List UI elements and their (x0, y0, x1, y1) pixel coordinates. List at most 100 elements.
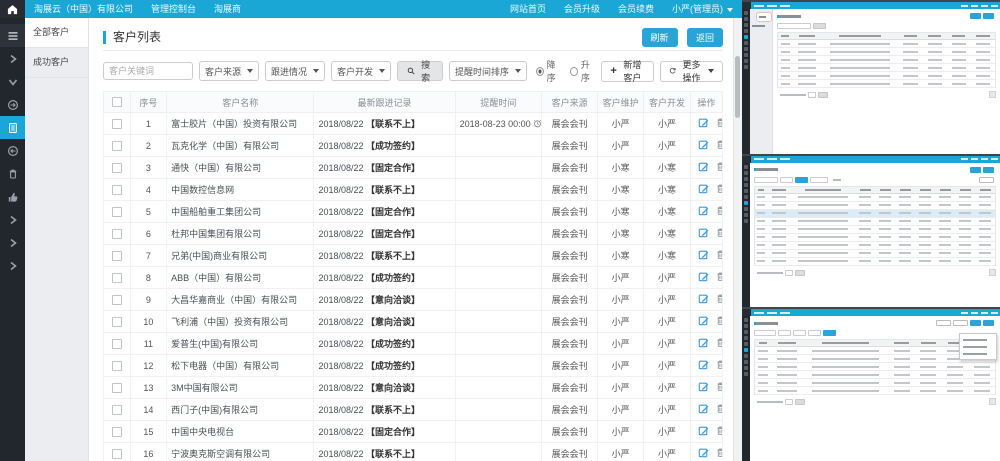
nav-member-renew[interactable]: 会员续费 (609, 0, 663, 18)
refresh-button[interactable]: 刷新 (642, 28, 678, 47)
sidebar-customer-list-icon[interactable] (0, 116, 25, 139)
edit-button[interactable] (698, 359, 709, 372)
edit-button[interactable] (698, 271, 709, 284)
row-checkbox[interactable] (112, 229, 122, 239)
edit-button[interactable] (698, 249, 709, 262)
table-row: 133M中国有限公司2018/08/22 【意向洽谈】展会会刊小严小严 (104, 377, 723, 399)
preview-filters (777, 23, 996, 29)
latest-follow-up: 2018/08/22 【意向洽谈】 (314, 311, 455, 333)
row-checkbox[interactable] (112, 273, 122, 283)
preview-screenshot-3[interactable] (742, 309, 1000, 461)
chevron-down-icon (727, 8, 733, 12)
sort-desc-radio[interactable]: 降序 (536, 58, 561, 84)
customer-name: 富士胶片（中国）投资有限公司 (167, 113, 314, 135)
sidebar-login-arrow-icon[interactable] (0, 93, 25, 116)
nav-member-upgrade[interactable]: 会员升级 (555, 0, 609, 18)
select-all-checkbox[interactable] (112, 97, 122, 107)
search-button[interactable]: 搜索 (397, 61, 443, 81)
row-checkbox[interactable] (112, 207, 122, 217)
edit-button[interactable] (698, 381, 709, 394)
edit-button[interactable] (698, 403, 709, 416)
delete-button[interactable] (715, 359, 723, 372)
delete-button[interactable] (715, 447, 723, 460)
edit-button[interactable] (698, 425, 709, 438)
submenu-item-2[interactable]: 成功客户 (25, 48, 88, 78)
customer-source: 展会会刊 (542, 157, 598, 179)
sidebar-trash-icon[interactable] (0, 162, 25, 185)
nav-taozhanshang[interactable]: 淘展商 (205, 0, 250, 18)
sort-asc-radio[interactable]: 升序 (570, 58, 595, 84)
edit-icon (698, 205, 709, 216)
customer-source: 展会会刊 (542, 135, 598, 157)
edit-button[interactable] (698, 227, 709, 240)
row-checkbox[interactable] (112, 119, 122, 129)
more-actions-button[interactable]: 更多操作 (660, 61, 723, 82)
edit-button[interactable] (698, 293, 709, 306)
preview-content (773, 9, 1000, 154)
row-checkbox[interactable] (112, 295, 122, 305)
row-checkbox[interactable] (112, 449, 122, 459)
sidebar-chevron-right-icon[interactable] (0, 208, 25, 231)
sidebar-thumbs-up-icon[interactable] (0, 185, 25, 208)
follow-status-select[interactable]: 跟进情况 (265, 61, 325, 81)
delete-button[interactable] (715, 249, 723, 262)
delete-button[interactable] (715, 183, 723, 196)
customer-develop-select[interactable]: 客户开发 (331, 61, 391, 81)
preview-screenshot-1[interactable] (742, 2, 1000, 154)
back-button[interactable]: 返回 (687, 28, 723, 47)
sidebar-chevron-right-icon[interactable] (0, 47, 25, 70)
edit-button[interactable] (698, 337, 709, 350)
edit-button[interactable] (698, 447, 709, 460)
delete-button[interactable] (715, 205, 723, 218)
edit-button[interactable] (698, 315, 709, 328)
sidebar-menu-icon[interactable] (0, 24, 25, 47)
delete-button[interactable] (715, 227, 723, 240)
main-content: 客户列表 刷新 返回 客户来源 跟进情况 客户开发 搜索 提醒时间排序 (89, 18, 733, 461)
delete-button[interactable] (715, 315, 723, 328)
delete-button[interactable] (715, 381, 723, 394)
row-checkbox[interactable] (112, 185, 122, 195)
vertical-scrollbar[interactable] (733, 18, 742, 461)
edit-button[interactable] (698, 139, 709, 152)
delete-button[interactable] (715, 337, 723, 350)
nav-admin-console[interactable]: 管理控制台 (142, 0, 205, 18)
user-menu[interactable]: 小严(管理员) (663, 0, 742, 18)
row-checkbox[interactable] (112, 163, 122, 173)
row-checkbox[interactable] (112, 141, 122, 151)
preview-screenshot-2[interactable] (742, 156, 1000, 308)
submenu-item-1[interactable]: 全部客户 (25, 18, 88, 48)
delete-button[interactable] (715, 293, 723, 306)
row-checkbox[interactable] (112, 339, 122, 349)
add-customer-button[interactable]: +新增客户 (601, 61, 654, 82)
reminder-sort-select[interactable]: 提醒时间排序 (449, 61, 527, 81)
customer-source: 展会会刊 (542, 289, 598, 311)
sidebar-chevron-right-icon[interactable] (0, 231, 25, 254)
customer-source-select[interactable]: 客户来源 (199, 61, 259, 81)
keyword-input[interactable] (103, 62, 193, 80)
home-button[interactable] (0, 0, 25, 18)
sidebar-logout-arrow-icon[interactable] (0, 139, 25, 162)
delete-button[interactable] (715, 271, 723, 284)
nav-site-home[interactable]: 网站首页 (501, 0, 555, 18)
edit-button[interactable] (698, 205, 709, 218)
row-checkbox[interactable] (112, 251, 122, 261)
row-checkbox[interactable] (112, 383, 122, 393)
row-checkbox[interactable] (112, 317, 122, 327)
edit-button[interactable] (698, 117, 709, 130)
edit-button[interactable] (698, 161, 709, 174)
row-number: 13 (130, 377, 167, 399)
row-checkbox[interactable] (112, 405, 122, 415)
delete-button[interactable] (715, 139, 723, 152)
preview-title (777, 15, 801, 18)
row-checkbox[interactable] (112, 361, 122, 371)
row-checkbox[interactable] (112, 427, 122, 437)
nav-company-name[interactable]: 淘展云（中国）有限公司 (25, 0, 142, 18)
delete-button[interactable] (715, 161, 723, 174)
delete-button[interactable] (715, 425, 723, 438)
edit-button[interactable] (698, 183, 709, 196)
scrollbar-thumb[interactable] (735, 56, 740, 118)
sidebar-chevron-right-icon[interactable] (0, 254, 25, 277)
sidebar-chevron-down-icon[interactable] (0, 70, 25, 93)
delete-button[interactable] (715, 117, 723, 130)
delete-button[interactable] (715, 403, 723, 416)
